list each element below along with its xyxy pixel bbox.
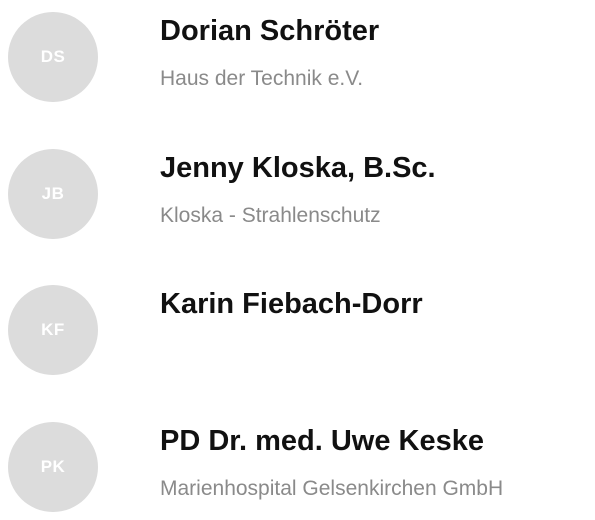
contact-name: Dorian Schröter: [160, 15, 380, 47]
avatar: PK: [8, 422, 98, 512]
contact-list-item[interactable]: JB Jenny Kloska, B.Sc. Kloska - Strahlen…: [0, 137, 595, 247]
contact-name: PD Dr. med. Uwe Keske: [160, 425, 484, 457]
contact-organization: Haus der Technik e.V.: [160, 67, 364, 90]
contact-list-item[interactable]: PK PD Dr. med. Uwe Keske Marienhospital …: [0, 410, 595, 520]
avatar: KF: [8, 285, 98, 375]
contact-name: Jenny Kloska, B.Sc.: [160, 152, 436, 184]
contact-organization: Marienhospital Gelsenkirchen GmbH: [160, 477, 504, 500]
contact-organization: Kloska - Strahlenschutz: [160, 204, 381, 227]
contact-list: DS Dorian Schröter Haus der Technik e.V.…: [0, 0, 595, 512]
avatar: JB: [8, 149, 98, 239]
contact-list-item[interactable]: DS Dorian Schröter Haus der Technik e.V.: [0, 0, 595, 110]
contact-name: Karin Fiebach-Dorr: [160, 288, 423, 320]
avatar: DS: [8, 12, 98, 102]
contact-list-item[interactable]: KF Karin Fiebach-Dorr: [0, 273, 595, 383]
